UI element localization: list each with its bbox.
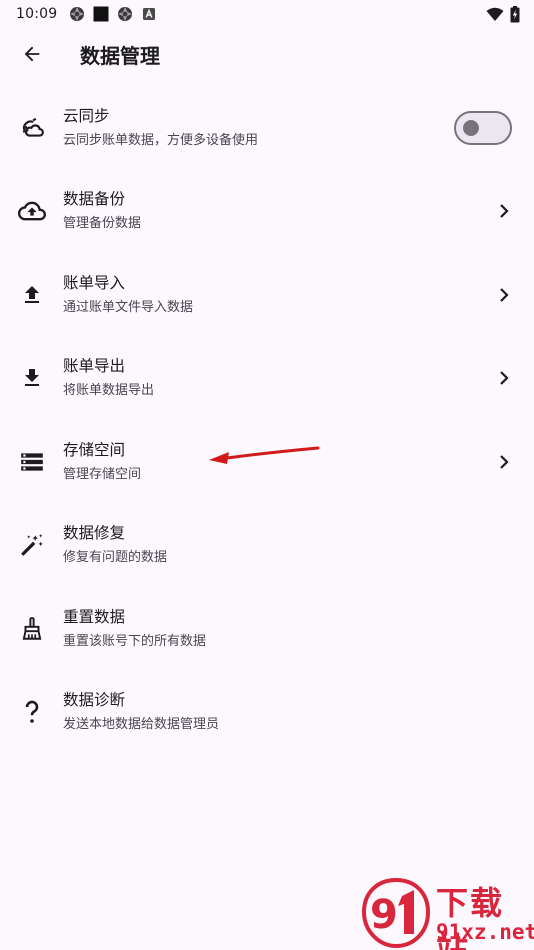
chevron-right-icon	[496, 287, 512, 303]
toggle-knob	[463, 119, 479, 136]
page-title: 数据管理	[80, 43, 160, 68]
a-badge-icon	[143, 8, 156, 20]
watermark: 9 下载站 91xz.net	[360, 876, 534, 950]
list-item-data-repair[interactable]: 数据修复 修复有问题的数据	[0, 504, 534, 588]
list-item-data-backup[interactable]: 数据备份 管理备份数据	[0, 170, 534, 254]
item-text: 数据备份 管理备份数据	[63, 188, 141, 234]
question-icon	[18, 698, 46, 726]
item-text: 数据修复 修复有问题的数据	[63, 522, 167, 568]
item-title: 云同步	[63, 106, 110, 125]
status-time: 10:09	[16, 6, 58, 22]
item-text: 数据诊断 发送本地数据给数据管理员	[63, 689, 219, 735]
cloud-upload-icon	[18, 197, 46, 225]
item-text: 重置数据 重置该账号下的所有数据	[63, 606, 206, 652]
item-subtitle: 修复有问题的数据	[63, 550, 168, 566]
black-square-icon	[93, 6, 109, 22]
chevron-right-icon	[496, 203, 512, 219]
app-bar: 数据管理	[0, 28, 534, 80]
item-title: 重置数据	[63, 607, 126, 626]
list-item-cloud-sync[interactable]: 云同步 云同步账单数据，方便多设备使用	[0, 86, 534, 170]
list-item-bill-import[interactable]: 账单导入 通过账单文件导入数据	[0, 253, 534, 337]
item-title: 账单导入	[63, 273, 126, 292]
cloud-sync-icon	[18, 114, 46, 142]
storage-icon	[18, 448, 46, 476]
wifi-icon	[486, 7, 504, 21]
back-button[interactable]	[4, 28, 60, 80]
arrow-left-icon	[24, 46, 40, 62]
item-title: 数据修复	[63, 524, 126, 543]
item-title: 存储空间	[63, 440, 126, 459]
aperture-icon	[118, 7, 133, 21]
magic-wand-icon	[18, 531, 46, 559]
chevron-right-icon	[496, 454, 512, 470]
item-text: 账单导出 将账单数据导出	[63, 355, 154, 401]
annotation-arrow	[209, 446, 320, 464]
notification-icons	[69, 6, 157, 22]
list-item-reset-data[interactable]: 重置数据 重置该账号下的所有数据	[0, 587, 534, 671]
item-text: 云同步 云同步账单数据，方便多设备使用	[63, 105, 258, 151]
svg-text:9: 9	[370, 892, 398, 938]
list-item-data-diagnosis[interactable]: 数据诊断 发送本地数据给数据管理员	[0, 671, 534, 755]
item-subtitle: 管理备份数据	[63, 216, 142, 232]
item-text: 账单导入 通过账单文件导入数据	[63, 272, 193, 318]
broom-icon	[18, 615, 46, 643]
chevron-right-icon	[496, 370, 512, 386]
watermark-domain: 91xz.net	[436, 920, 534, 944]
download-icon	[18, 364, 46, 392]
item-title: 数据备份	[63, 190, 126, 209]
battery-charging-icon	[510, 5, 520, 22]
item-subtitle: 重置该账号下的所有数据	[63, 633, 207, 649]
upload-icon	[18, 281, 46, 309]
item-subtitle: 发送本地数据给数据管理员	[63, 717, 220, 733]
settings-list: 云同步 云同步账单数据，方便多设备使用 数据备份 管理备份数据 账单导入 通过账…	[0, 86, 534, 754]
item-subtitle: 云同步账单数据，方便多设备使用	[63, 132, 259, 148]
watermark-logo: 9	[361, 877, 431, 949]
item-subtitle: 管理存储空间	[63, 466, 142, 482]
item-title: 账单导出	[63, 357, 126, 376]
aperture-icon	[70, 7, 85, 21]
list-item-bill-export[interactable]: 账单导出 将账单数据导出	[0, 337, 534, 421]
item-subtitle: 将账单数据导出	[63, 383, 155, 399]
status-bar: 10:09	[0, 0, 534, 28]
item-subtitle: 通过账单文件导入数据	[63, 299, 194, 315]
item-title: 数据诊断	[63, 691, 126, 710]
system-icons	[486, 5, 520, 23]
item-text: 存储空间 管理存储空间	[63, 439, 141, 485]
cloud-sync-toggle[interactable]	[454, 110, 512, 145]
